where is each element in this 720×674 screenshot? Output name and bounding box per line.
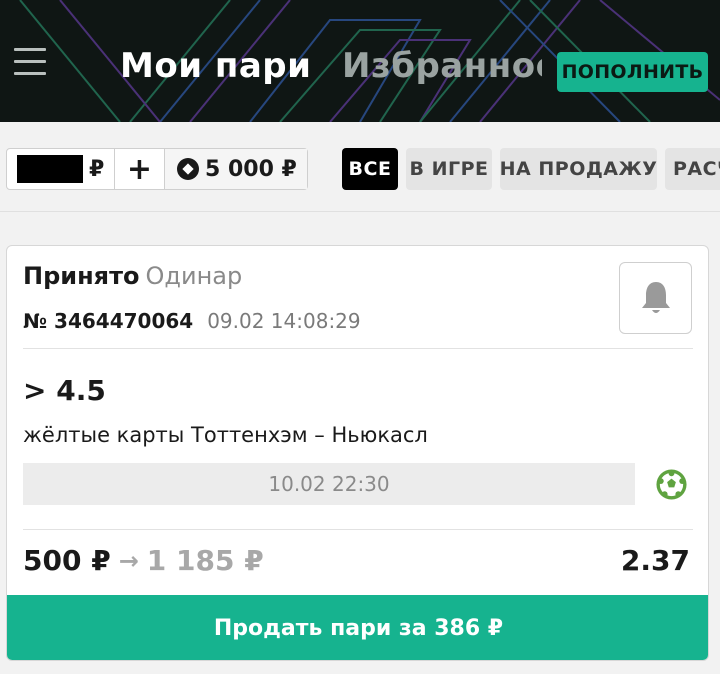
bet-status-line: Принято Одинар [23, 262, 242, 290]
topup-button[interactable]: ПОПОЛНИТЬ [557, 52, 708, 92]
divider [23, 529, 693, 530]
football-icon [656, 469, 687, 500]
bet-outcome: > 4.5 [23, 374, 106, 407]
bonus-balance[interactable]: 5 000 ₽ [165, 149, 307, 189]
filter-all[interactable]: ВСЕ [342, 148, 398, 190]
event-start-time: 10.02 22:30 [23, 463, 635, 505]
divider [23, 348, 693, 349]
stake-amount: 500 ₽ [23, 544, 111, 577]
balance-currency: ₽ [89, 156, 105, 182]
bet-number: № 3464470064 [23, 309, 194, 333]
bet-coefficient: 2.37 [620, 544, 690, 577]
potential-payout: 1 185 ₽ [146, 544, 264, 577]
bonus-coin-icon [177, 158, 199, 180]
arrow-right-icon: → [118, 546, 139, 575]
wallet-box: ₽ + 5 000 ₽ [6, 148, 308, 190]
sell-bet-button[interactable]: Продать пари за 386 ₽ [7, 595, 708, 660]
bet-placed-time: 09.02 14:08:29 [207, 309, 361, 333]
bet-meta: № 3464470064 09.02 14:08:29 [23, 309, 361, 333]
tab-my-bets[interactable]: Мои пари [120, 46, 311, 86]
filter-in-game[interactable]: В ИГРЕ [406, 148, 492, 190]
filter-settled[interactable]: РАСЧ [665, 148, 720, 190]
app-header: Мои пари Избранное ПОПОЛНИТЬ [0, 0, 720, 122]
filter-bar: ₽ + 5 000 ₽ ВСЕ В ИГРЕ НА ПРОДАЖУ РАСЧ [0, 122, 720, 212]
balance-redacted [17, 155, 83, 183]
stake-payout: 500 ₽ → 1 185 ₽ [23, 544, 264, 577]
add-funds-button[interactable]: + [115, 149, 165, 189]
tab-favorites[interactable]: Избранное [342, 46, 542, 86]
bell-icon [641, 282, 670, 313]
bet-market: жёлтые карты Тоттенхэм – Ньюкасл [23, 423, 428, 447]
filter-for-sale[interactable]: НА ПРОДАЖУ [500, 148, 657, 190]
balance-amount[interactable]: ₽ [7, 149, 115, 189]
notify-button[interactable] [619, 262, 692, 334]
bet-status: Принято [23, 262, 140, 290]
bet-type: Одинар [145, 262, 243, 290]
hamburger-icon[interactable] [14, 48, 46, 78]
bet-card: Принято Одинар № 3464470064 09.02 14:08:29… [6, 245, 709, 661]
bonus-amount: 5 000 ₽ [205, 156, 297, 182]
